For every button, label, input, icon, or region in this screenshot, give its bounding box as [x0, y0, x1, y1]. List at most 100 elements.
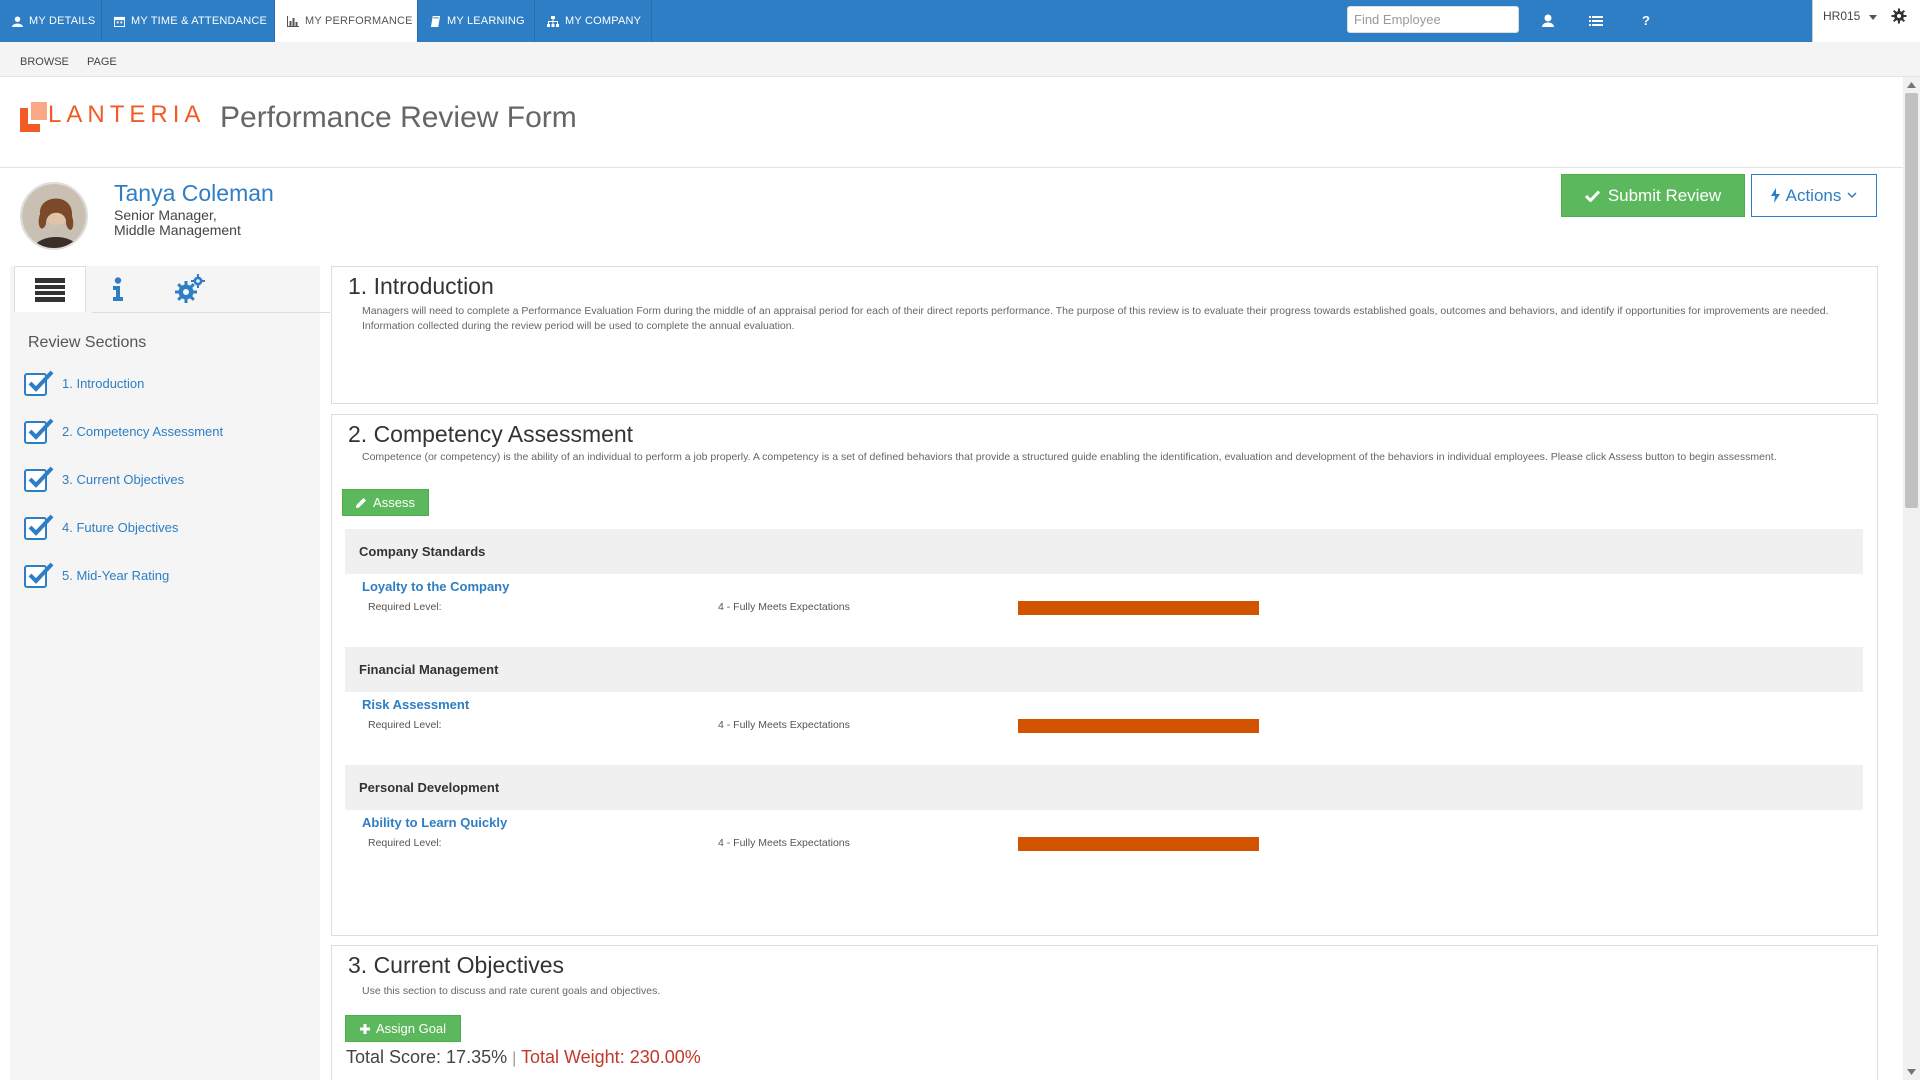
submit-review-label: Submit Review: [1607, 185, 1722, 205]
required-level-label: Required Level:: [368, 601, 442, 613]
bar-chart-icon: [287, 15, 299, 27]
checkbox-checked-icon: [24, 418, 54, 444]
user-menu[interactable]: HR015: [1812, 0, 1920, 42]
introduction-panel: 1. Introduction Managers will need to co…: [331, 266, 1878, 404]
check-icon: [1584, 189, 1600, 202]
competency-panel: 2. Competency Assessment Competence (or …: [331, 414, 1878, 936]
competency-title: 2. Competency Assessment: [348, 421, 634, 447]
scroll-up-arrow-icon[interactable]: [1907, 82, 1916, 88]
actions-dropdown-button[interactable]: Actions: [1751, 174, 1877, 217]
competency-text: Competence (or competency) is the abilit…: [362, 451, 1777, 463]
group-header: Financial Management: [345, 647, 1863, 692]
pencil-icon: [356, 497, 367, 508]
user-icon: [12, 15, 23, 27]
required-level-value: 4 - Fully Meets Expectations: [718, 719, 850, 731]
ribbon-tab-browse[interactable]: BROWSE: [20, 56, 69, 68]
required-level-bar: [1018, 719, 1259, 733]
chevron-down-icon: [1847, 192, 1857, 199]
tab-my-company[interactable]: MY COMPANY: [535, 0, 652, 42]
scrollbar-thumb[interactable]: [1905, 93, 1918, 508]
section-label: 1. Introduction: [62, 375, 145, 391]
sidebar-item-current-objectives[interactable]: 3. Current Objectives: [24, 466, 184, 492]
actions-label: Actions: [1785, 185, 1842, 205]
plus-icon: [359, 1023, 370, 1034]
ribbon-bar: BROWSE PAGE: [0, 42, 1920, 77]
assess-button[interactable]: Assess: [342, 489, 429, 516]
info-icon: [112, 277, 124, 301]
sitemap-icon: [547, 15, 559, 27]
review-sections-title: Review Sections: [28, 334, 147, 351]
tab-label: MY LEARNING: [447, 15, 525, 27]
sidebar-item-mid-year-rating[interactable]: 5. Mid-Year Rating: [24, 562, 169, 588]
avatar: [20, 182, 88, 250]
introduction-title: 1. Introduction: [348, 273, 494, 299]
employee-title: Senior Manager,: [114, 207, 217, 223]
total-weight: Total Weight: 230.00%: [520, 1047, 701, 1067]
lanteria-logo: LANTERIA: [48, 101, 206, 128]
caret-down-icon: [1869, 15, 1877, 20]
current-objectives-title: 3. Current Objectives: [348, 952, 565, 978]
required-level-bar: [1018, 601, 1259, 615]
tab-my-details[interactable]: MY DETAILS: [0, 0, 102, 42]
tab-label: MY TIME & ATTENDANCE: [131, 15, 268, 27]
required-level-label: Required Level:: [368, 719, 442, 731]
submit-review-button[interactable]: Submit Review: [1561, 174, 1745, 217]
employee-level: Middle Management: [114, 222, 241, 238]
tab-my-performance[interactable]: MY PERFORMANCE: [275, 0, 418, 42]
required-level-value: 4 - Fully Meets Expectations: [718, 837, 850, 849]
sidebar-tab-info[interactable]: [82, 266, 154, 312]
review-sidebar: Review Sections 1. Introduction 2. Compe…: [10, 266, 330, 1080]
ribbon-tab-page[interactable]: PAGE: [87, 56, 117, 68]
checkbox-checked-icon: [24, 514, 54, 540]
tab-my-time-attendance[interactable]: MY TIME & ATTENDANCE: [102, 0, 275, 42]
sidebar-item-competency-assessment[interactable]: 2. Competency Assessment: [24, 418, 223, 444]
assess-label: Assess: [373, 495, 415, 510]
introduction-text: Managers will need to complete a Perform…: [362, 305, 1829, 332]
assign-goal-button[interactable]: Assign Goal: [345, 1015, 461, 1042]
tab-label: MY COMPANY: [565, 15, 642, 27]
sidebar-item-introduction[interactable]: 1. Introduction: [24, 370, 144, 396]
sidebar-tab-sections[interactable]: [14, 266, 86, 312]
scroll-down-arrow-icon[interactable]: [1907, 1069, 1916, 1075]
gear-icon[interactable]: [1891, 8, 1907, 24]
checkbox-checked-icon: [24, 466, 54, 492]
help-icon[interactable]: ?: [1636, 11, 1656, 31]
sidebar-tab-settings[interactable]: [154, 266, 226, 312]
competency-link[interactable]: Ability to Learn Quickly: [362, 815, 507, 830]
top-navigation-bar: MY DETAILS MY TIME & ATTENDANCE MY PERFO…: [0, 0, 1920, 42]
competency-link[interactable]: Loyalty to the Company: [362, 579, 509, 594]
section-label: 2. Competency Assessment: [62, 423, 224, 439]
calendar-icon: [114, 16, 125, 27]
employee-name[interactable]: Tanya Coleman: [114, 180, 274, 207]
required-level-label: Required Level:: [368, 837, 442, 849]
gears-icon: [174, 274, 206, 304]
section-label: 4. Future Objectives: [62, 519, 179, 535]
score-summary: Total Score: 17.35% | Total Weight: 230.…: [346, 1047, 701, 1068]
required-level-value: 4 - Fully Meets Expectations: [718, 601, 850, 613]
page-scrollbar[interactable]: [1903, 77, 1920, 1080]
user-code: HR015: [1823, 9, 1861, 23]
competency-link[interactable]: Risk Assessment: [362, 697, 469, 712]
current-objectives-panel: 3. Current Objectives Use this section t…: [331, 945, 1878, 1080]
list-menu-icon[interactable]: [1586, 11, 1606, 31]
group-header: Company Standards: [345, 529, 1863, 574]
section-label: 3. Current Objectives: [62, 471, 185, 487]
list-icon: [35, 277, 65, 302]
tab-label: MY DETAILS: [29, 15, 96, 27]
required-level-bar: [1018, 837, 1259, 851]
tab-divider: [92, 312, 330, 313]
lanteria-logo-icon: [20, 102, 47, 132]
page-header: LANTERIA Performance Review Form: [0, 77, 1904, 168]
page-title: Performance Review Form: [220, 101, 577, 134]
book-icon: [430, 15, 441, 27]
tab-my-learning[interactable]: MY LEARNING: [418, 0, 535, 42]
score-separator: |: [512, 1050, 517, 1067]
checkbox-checked-icon: [24, 370, 54, 396]
sidebar-item-future-objectives[interactable]: 4. Future Objectives: [24, 514, 178, 540]
checkbox-checked-icon: [24, 562, 54, 588]
current-objectives-text: Use this section to discuss and rate cur…: [362, 985, 661, 997]
bolt-icon: [1770, 188, 1780, 203]
user-profile-icon[interactable]: [1538, 11, 1558, 31]
find-employee-input[interactable]: [1347, 6, 1519, 33]
total-score: Total Score: 17.35%: [346, 1047, 508, 1067]
